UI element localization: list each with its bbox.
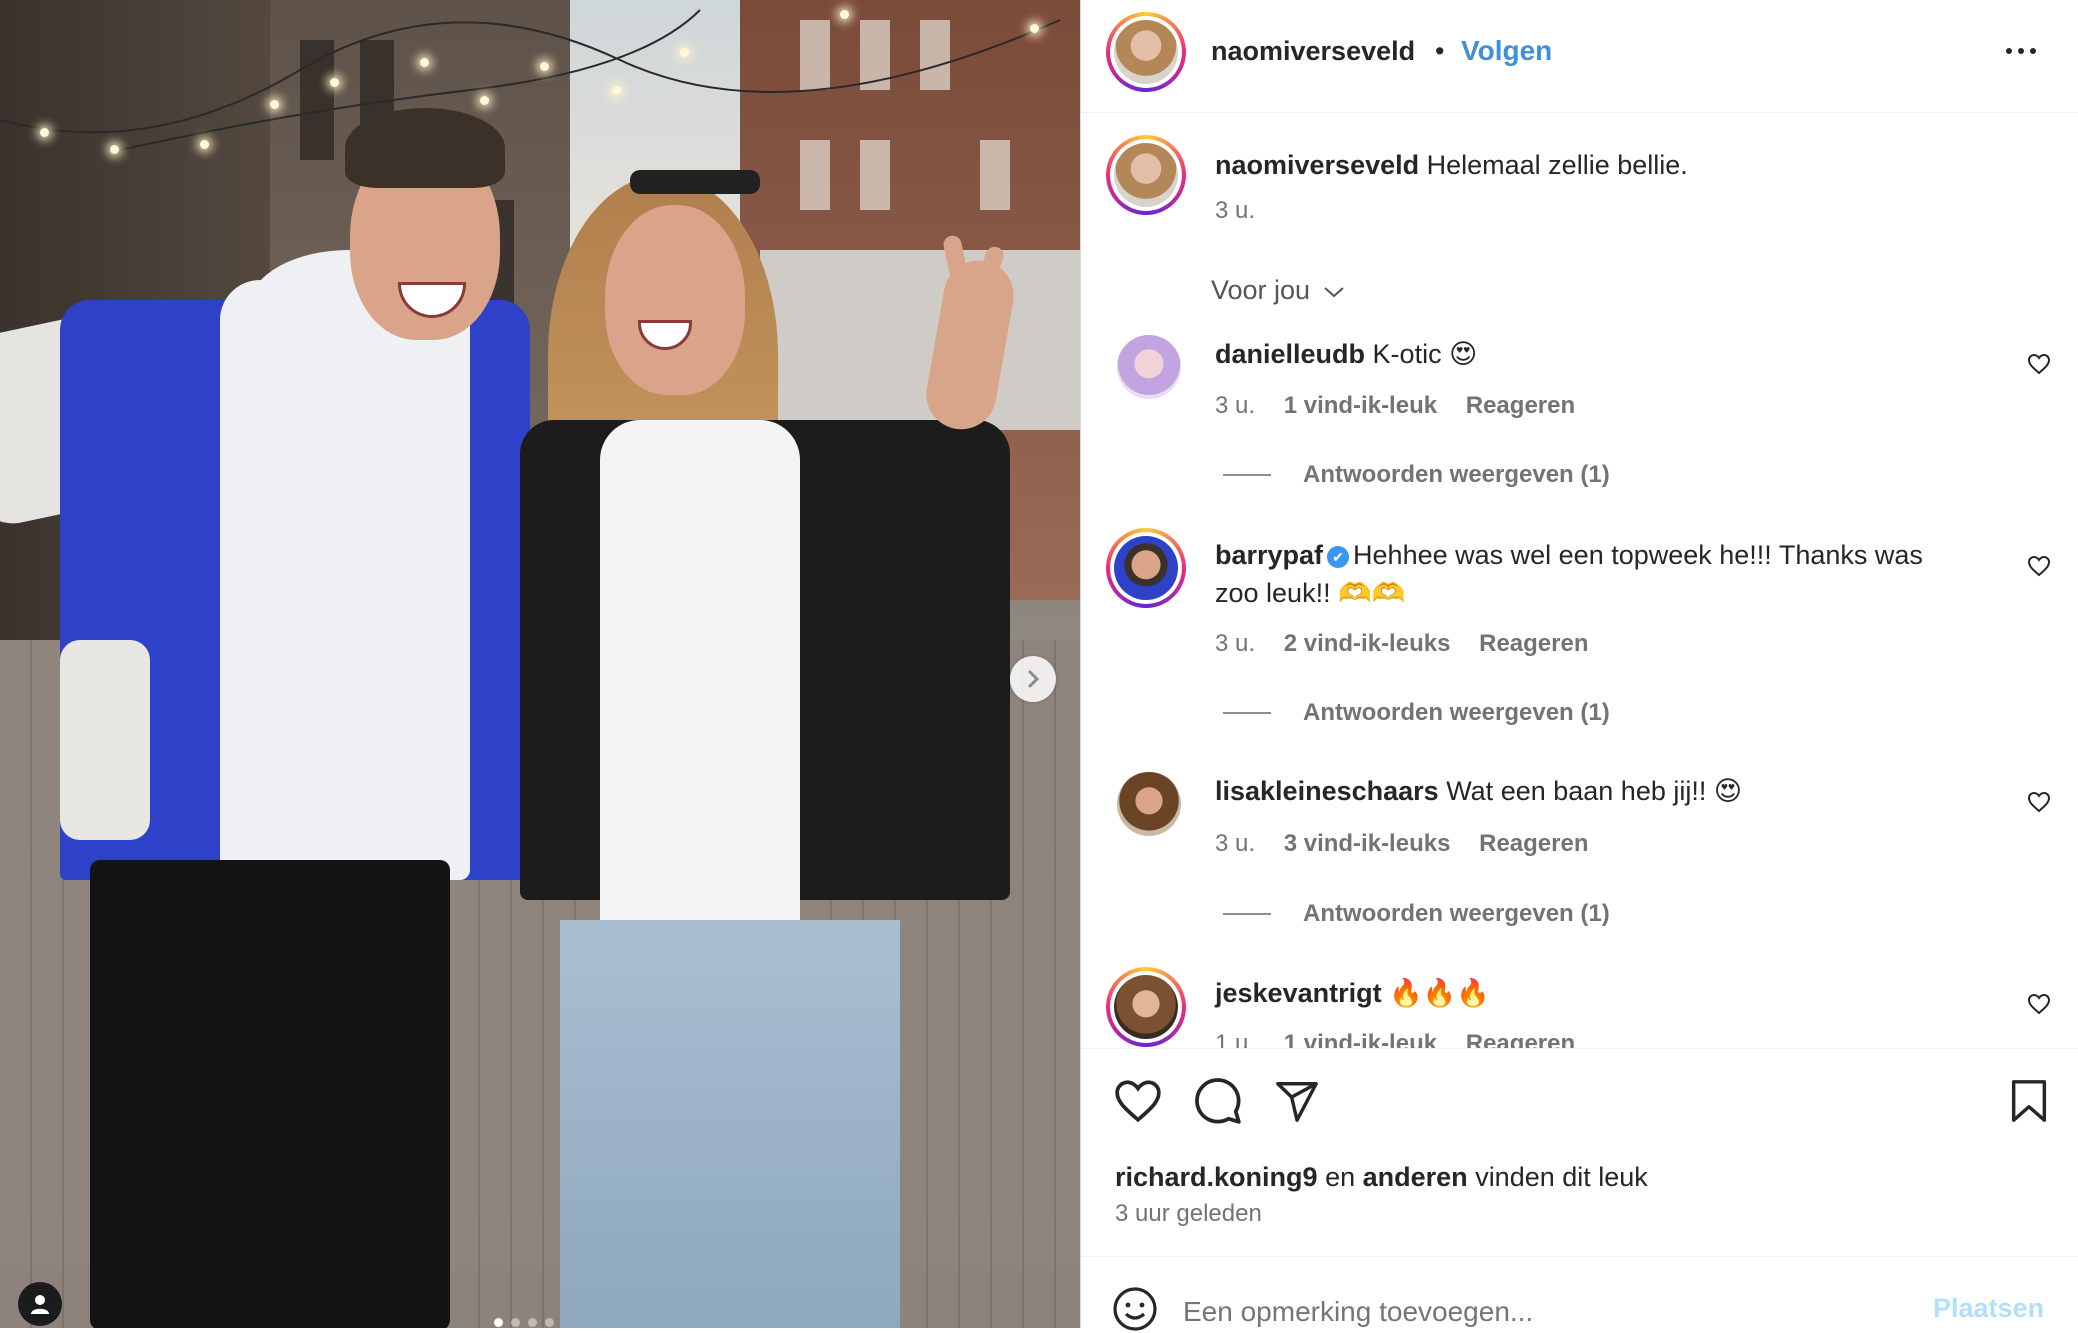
replies-line	[1223, 474, 1271, 476]
comment-emoji: 🔥🔥🔥	[1389, 978, 1490, 1009]
comment-filter-label: Voor jou	[1211, 275, 1311, 305]
caption-text: Helemaal zellie bellie.	[1426, 150, 1688, 180]
carousel-dot	[511, 1318, 520, 1327]
comment-time: 1 u.	[1215, 1030, 1256, 1048]
caption-time: 3 u.	[1215, 197, 1256, 224]
replies-line	[1223, 712, 1271, 714]
comment-input[interactable]	[1181, 1291, 1825, 1333]
view-replies-button[interactable]: Antwoorden weergeven (1)	[1303, 461, 1610, 489]
comment-icon[interactable]	[1193, 1076, 1243, 1126]
comment-body: jeskevantrigt 🔥🔥🔥	[1215, 977, 1490, 1009]
comment-text: Hehhee was wel een topweek he!!! Thanks …	[1353, 540, 1923, 570]
comment-emoji: 😍	[1713, 776, 1743, 807]
reply-button[interactable]: Reageren	[1466, 392, 1575, 419]
separator-dot: •	[1435, 36, 1445, 66]
comment-like-icon[interactable]	[2027, 993, 2051, 1015]
comment-avatar[interactable]	[1106, 528, 1186, 608]
comment-username[interactable]: barrypaf	[1215, 540, 1323, 570]
likes-summary-suffix: vinden dit leuk	[1475, 1162, 1648, 1192]
liker-username[interactable]: richard.koning9	[1115, 1162, 1318, 1192]
comment-like-icon[interactable]	[2027, 555, 2051, 577]
comment-text-continued: zoo leuk!!	[1215, 578, 1331, 608]
share-icon[interactable]	[1273, 1078, 1321, 1124]
like-icon[interactable]	[1113, 1078, 1163, 1124]
view-replies-button[interactable]: Antwoorden weergeven (1)	[1303, 900, 1610, 928]
follow-button[interactable]: Volgen	[1461, 35, 1552, 67]
comment-like-icon[interactable]	[2027, 353, 2051, 375]
reply-button[interactable]: Reageren	[1466, 1030, 1575, 1048]
comment-body: lisakleineschaars Wat een baan heb jij!!…	[1215, 776, 1742, 807]
bookmark-icon[interactable]	[2007, 1078, 2051, 1124]
more-options-button[interactable]	[2006, 48, 2036, 54]
post-comment-button[interactable]: Plaatsen	[1933, 1293, 2044, 1324]
author-username[interactable]: naomiverseveld	[1211, 36, 1415, 67]
post-photo[interactable]	[0, 0, 1080, 1328]
comment-body: barrypaf ✔ Hehhee was wel een topweek he!!…	[1215, 540, 1923, 571]
next-photo-button[interactable]	[1010, 656, 1056, 702]
replies-line	[1223, 913, 1271, 915]
comment-text: Wat een baan heb jij!!	[1446, 776, 1707, 806]
user-tag-button[interactable]	[18, 1282, 62, 1326]
post-header: naomiverseveld • Volgen	[1081, 0, 2078, 113]
comment-form: Plaatsen	[1081, 1256, 2078, 1333]
comment-emoji: 🫶🫶	[1338, 578, 1406, 609]
comment-likes[interactable]: 3 vind-ik-leuks	[1284, 830, 1451, 857]
comment-time: 3 u.	[1215, 392, 1256, 419]
comment-body: danielleudb K-otic 😍	[1215, 339, 1477, 370]
post-side-panel: naomiverseveld • Volgen naomiverseveld H…	[1080, 0, 2078, 1333]
carousel-dot	[528, 1318, 537, 1327]
comment-username[interactable]: danielleudb	[1215, 339, 1365, 369]
emoji-icon[interactable]	[1111, 1285, 1159, 1333]
reply-button[interactable]: Reageren	[1479, 830, 1588, 857]
likes-summary-and: en	[1325, 1162, 1356, 1192]
comment-text: K-otic	[1372, 339, 1442, 369]
comment-meta: 3 u. 3 vind-ik-leuks Reageren	[1215, 830, 1589, 858]
string-lights	[0, 9, 1061, 151]
carousel-dots	[494, 1318, 554, 1327]
photo-wall	[760, 250, 1080, 430]
caption: naomiverseveld Helemaal zellie bellie.	[1215, 150, 1688, 181]
comment-avatar[interactable]	[1117, 772, 1181, 836]
comment-body-line2: zoo leuk!! 🫶🫶	[1215, 577, 1405, 609]
comment-emoji: 😍	[1449, 339, 1478, 370]
more-icon	[2006, 48, 2012, 54]
verified-icon: ✔	[1327, 545, 1350, 568]
comment-username[interactable]: jeskevantrigt	[1215, 978, 1382, 1008]
comment-avatar[interactable]	[1106, 967, 1186, 1047]
comment-time: 3 u.	[1215, 630, 1256, 657]
user-tag-icon	[31, 1295, 49, 1314]
likes-summary: richard.koning9 en anderen vinden dit le…	[1115, 1162, 1648, 1193]
comment-username[interactable]: lisakleineschaars	[1215, 776, 1439, 806]
comment-meta: 3 u. 2 vind-ik-leuks Reageren	[1215, 630, 1589, 658]
comment-likes[interactable]: 1 vind-ik-leuk	[1284, 1030, 1437, 1048]
comment-time: 3 u.	[1215, 830, 1256, 857]
author-avatar[interactable]	[1106, 12, 1186, 92]
comment-meta: 1 u. 1 vind-ik-leuk Reageren	[1215, 1030, 1575, 1048]
comment-item: jeskevantrigt 🔥🔥🔥 1 u. 1 vind-ik-leuk Re…	[1081, 960, 2078, 1048]
view-replies-button[interactable]: Antwoorden weergeven (1)	[1303, 699, 1610, 727]
comment-avatar[interactable]	[1117, 335, 1181, 399]
comment-meta: 3 u. 1 vind-ik-leuk Reageren	[1215, 392, 1575, 420]
carousel-dot	[494, 1318, 503, 1327]
reply-button[interactable]: Reageren	[1479, 630, 1588, 657]
post-timestamp: 3 uur geleden	[1115, 1200, 1262, 1227]
comment-filter[interactable]: Voor jou	[1211, 275, 1346, 306]
comment-like-icon[interactable]	[2027, 791, 2051, 813]
likes-others-link[interactable]: anderen	[1363, 1162, 1468, 1192]
caption-username[interactable]: naomiverseveld	[1215, 150, 1419, 180]
caption-avatar[interactable]	[1106, 135, 1186, 215]
chevron-right-icon	[1028, 670, 1040, 688]
comment-likes[interactable]: 1 vind-ik-leuk	[1284, 392, 1437, 419]
comment-likes[interactable]: 2 vind-ik-leuks	[1284, 630, 1451, 657]
chevron-down-icon	[1323, 287, 1344, 298]
carousel-dot	[545, 1318, 554, 1327]
actions-divider	[1081, 1048, 2078, 1049]
